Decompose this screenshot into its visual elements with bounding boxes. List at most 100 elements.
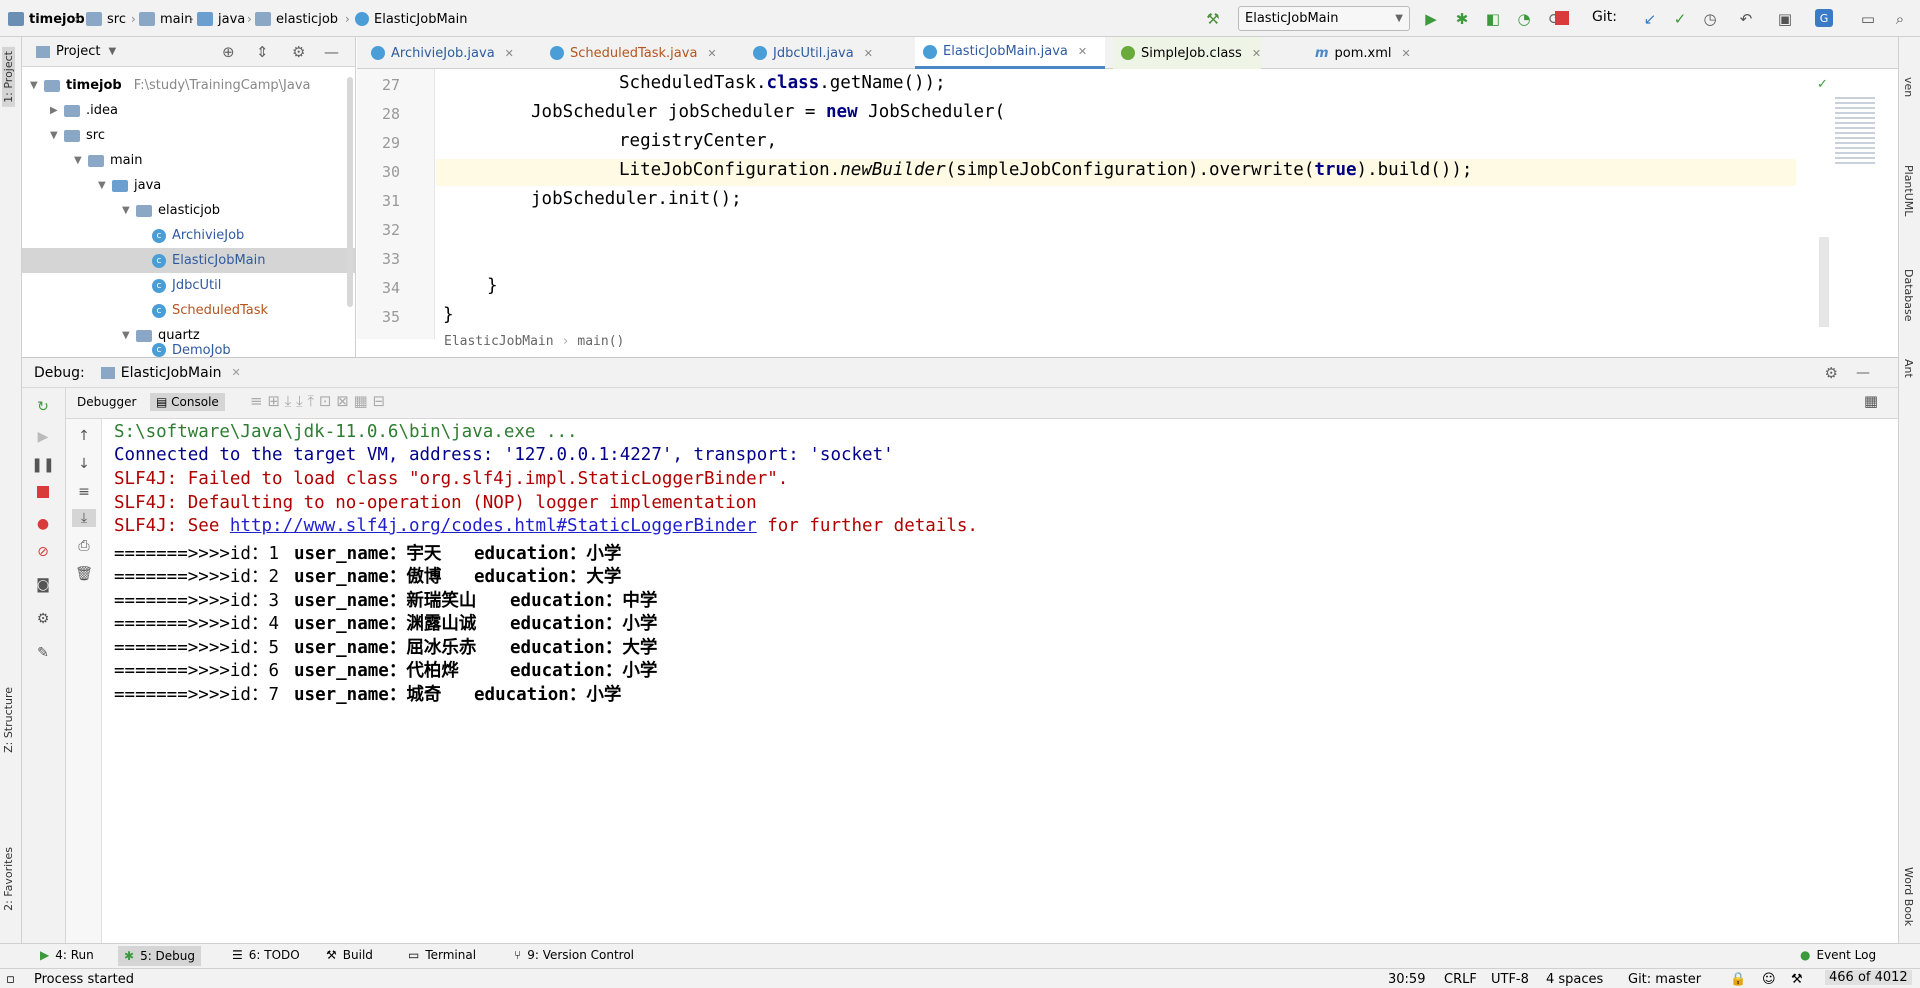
tab-scheduledtask[interactable]: ScheduledTask.java ✕ bbox=[542, 37, 717, 69]
down-arrow-icon[interactable]: ↓ bbox=[75, 455, 93, 473]
project-tool-tab[interactable]: 1: Project bbox=[2, 47, 15, 107]
favorites-tool-tab[interactable]: 2: Favorites bbox=[2, 847, 15, 911]
rerun-icon[interactable]: ↻ bbox=[34, 398, 52, 416]
debug-bug-icon[interactable]: ✱ bbox=[1452, 9, 1472, 29]
tab-jdbcutil[interactable]: JdbcUtil.java ✕ bbox=[745, 37, 873, 69]
breadcrumb-java[interactable]: java bbox=[197, 10, 245, 28]
view-breakpoints-icon[interactable]: ● bbox=[34, 515, 52, 533]
tab-debug[interactable]: ✱ 5: Debug bbox=[118, 946, 202, 966]
editor-scrollbar[interactable] bbox=[1819, 237, 1829, 327]
tab-pom-xml[interactable]: m pom.xml ✕ bbox=[1307, 37, 1411, 69]
tree-item-main[interactable]: ▼ main bbox=[74, 148, 142, 173]
locate-icon[interactable]: ⊕ bbox=[222, 43, 235, 61]
tree-item-demojob[interactable]: c DemoJob bbox=[152, 343, 231, 357]
breadcrumb-class[interactable]: ElasticJobMain bbox=[444, 334, 554, 349]
collapse-icon[interactable]: ⇕ bbox=[256, 43, 269, 61]
git-commit-icon[interactable]: ✓ bbox=[1670, 9, 1690, 29]
slf4j-link[interactable]: http://www.slf4j.org/codes.html#StaticLo… bbox=[230, 516, 757, 536]
tree-item-scheduledtask[interactable]: c ScheduledTask bbox=[152, 298, 268, 323]
tab-version-control[interactable]: ⑂ 9: Version Control bbox=[514, 948, 634, 962]
search-icon[interactable]: ⌕ bbox=[1890, 9, 1910, 29]
profile-icon[interactable]: ◔ bbox=[1514, 9, 1534, 29]
tree-item-timejob[interactable]: ▼ timejob F:\study\TrainingCamp\Java bbox=[30, 73, 311, 98]
breadcrumb-elasticjob[interactable]: elasticjob bbox=[255, 10, 338, 28]
run-configuration-select[interactable]: ElasticJobMain ▼ bbox=[1238, 6, 1410, 31]
code-line-31[interactable]: jobScheduler.init(); bbox=[531, 189, 742, 209]
tab-todo[interactable]: ☰ 6: TODO bbox=[232, 948, 300, 962]
camera-icon[interactable]: ◙ bbox=[34, 576, 52, 594]
code-line-28[interactable]: JobScheduler jobScheduler = new JobSched… bbox=[531, 102, 1005, 122]
tree-item-java[interactable]: ▼ java bbox=[98, 173, 161, 198]
git-update-icon[interactable]: ↙ bbox=[1640, 9, 1660, 29]
soft-wrap-icon[interactable]: ≡ bbox=[75, 483, 93, 501]
tree-item-elasticjob[interactable]: ▼ elasticjob bbox=[122, 198, 220, 223]
tab-terminal[interactable]: ▭ Terminal bbox=[408, 948, 476, 962]
mute-breakpoints-icon[interactable]: ⊘ bbox=[34, 543, 52, 561]
scroll-to-end-icon[interactable]: ⤓ bbox=[72, 509, 96, 527]
console-output[interactable]: S:\software\Java\jdk-11.0.6\bin\java.exe… bbox=[114, 422, 1894, 942]
pause-icon[interactable]: ❚❚ bbox=[31, 456, 54, 474]
hide-icon[interactable]: — bbox=[324, 43, 339, 61]
git-branch[interactable]: Git: master bbox=[1628, 972, 1701, 987]
breadcrumb-main[interactable]: main bbox=[139, 10, 192, 28]
tab-console[interactable]: ▤ Console bbox=[150, 393, 225, 411]
gear-icon[interactable]: ⚙ bbox=[1825, 364, 1838, 382]
tab-simplejob-class[interactable]: SimpleJob.class ✕ bbox=[1113, 37, 1262, 69]
memory-indicator[interactable]: 466 of 4012 bbox=[1825, 970, 1912, 985]
code-line-35[interactable]: } bbox=[443, 305, 454, 325]
presentation-icon[interactable]: ▭ bbox=[1858, 9, 1878, 29]
project-panel-title[interactable]: Project bbox=[56, 44, 100, 59]
breadcrumb-elasticjobmain[interactable]: ElasticJobMain bbox=[355, 10, 468, 28]
close-icon[interactable]: ✕ bbox=[864, 47, 873, 60]
pin-icon[interactable]: ✎ bbox=[34, 644, 52, 662]
code-line-34[interactable]: } bbox=[487, 276, 498, 296]
run-icon[interactable]: ▶ bbox=[1421, 9, 1441, 29]
wordbook-tool-tab[interactable]: Word Book bbox=[1902, 867, 1915, 926]
inspector-icon[interactable]: ☺ bbox=[1762, 972, 1776, 987]
caret-position[interactable]: 30:59 bbox=[1388, 972, 1425, 987]
layout-icon[interactable]: ▦ bbox=[1864, 392, 1878, 410]
gear-icon[interactable]: ⚙ bbox=[34, 610, 52, 628]
maven-tool-tab[interactable]: ven bbox=[1902, 77, 1915, 97]
project-scrollbar[interactable] bbox=[347, 77, 353, 307]
inspection-ok-icon[interactable]: ✓ bbox=[1817, 77, 1828, 92]
ant-tool-tab[interactable]: Ant bbox=[1902, 359, 1915, 378]
structure-tool-tab[interactable]: Z: Structure bbox=[2, 687, 15, 753]
project-structure-icon[interactable]: ▣ bbox=[1775, 9, 1795, 29]
status-icon[interactable]: ▫ bbox=[6, 972, 15, 987]
file-encoding[interactable]: UTF-8 bbox=[1491, 972, 1529, 987]
close-icon[interactable]: ✕ bbox=[1252, 47, 1261, 60]
tree-item-src[interactable]: ▼ src bbox=[50, 123, 105, 148]
tab-event-log[interactable]: ● Event Log bbox=[1800, 948, 1876, 962]
hide-icon[interactable]: — bbox=[1856, 365, 1870, 381]
tab-run[interactable]: ▶ 4: Run bbox=[40, 948, 94, 962]
translate-icon[interactable]: G bbox=[1815, 9, 1833, 27]
lock-icon[interactable]: 🔒 bbox=[1730, 972, 1746, 987]
tab-elasticjobmain[interactable]: ElasticJobMain.java ✕ bbox=[915, 37, 1105, 69]
print-icon[interactable]: ⎙ bbox=[75, 537, 93, 555]
close-icon[interactable]: ✕ bbox=[505, 47, 514, 60]
indent-setting[interactable]: 4 spaces bbox=[1546, 972, 1603, 987]
tree-item-jdbcutil[interactable]: c JdbcUtil bbox=[152, 273, 221, 298]
stop-icon[interactable] bbox=[34, 483, 52, 501]
plantuml-tool-tab[interactable]: PlantUML bbox=[1902, 165, 1915, 216]
tree-item-elasticjobmain[interactable]: c ElasticJobMain bbox=[22, 248, 355, 273]
close-icon[interactable]: ✕ bbox=[231, 366, 240, 379]
tree-item-archiviejob[interactable]: c ArchivieJob bbox=[152, 223, 244, 248]
close-icon[interactable]: ✕ bbox=[707, 47, 716, 60]
build-hammer-icon[interactable]: ⚒ bbox=[1203, 9, 1223, 29]
code-line-29[interactable]: registryCenter, bbox=[619, 131, 777, 151]
console-toolbar-icons[interactable]: ≡ ⊞ ⤓ ⤓ ⤒ ⊡ ⊠ ▦ ⊟ bbox=[250, 392, 385, 410]
breadcrumb-src[interactable]: src bbox=[86, 10, 126, 28]
close-icon[interactable]: ✕ bbox=[1078, 45, 1087, 58]
tab-build[interactable]: ⚒ Build bbox=[326, 948, 373, 962]
close-icon[interactable]: ✕ bbox=[1402, 47, 1411, 60]
code-line-27[interactable]: ScheduledTask.class.getName()); bbox=[619, 73, 946, 93]
tab-archiviejob[interactable]: ArchivieJob.java ✕ bbox=[363, 37, 514, 69]
minimap[interactable] bbox=[1835, 97, 1875, 167]
gear-icon[interactable]: ⚙ bbox=[292, 43, 305, 61]
code-line-30[interactable]: LiteJobConfiguration.newBuilder(simpleJo… bbox=[619, 160, 1472, 180]
line-separator[interactable]: CRLF bbox=[1444, 972, 1477, 987]
database-tool-tab[interactable]: Database bbox=[1902, 269, 1915, 322]
breadcrumb-method[interactable]: main() bbox=[577, 334, 624, 349]
